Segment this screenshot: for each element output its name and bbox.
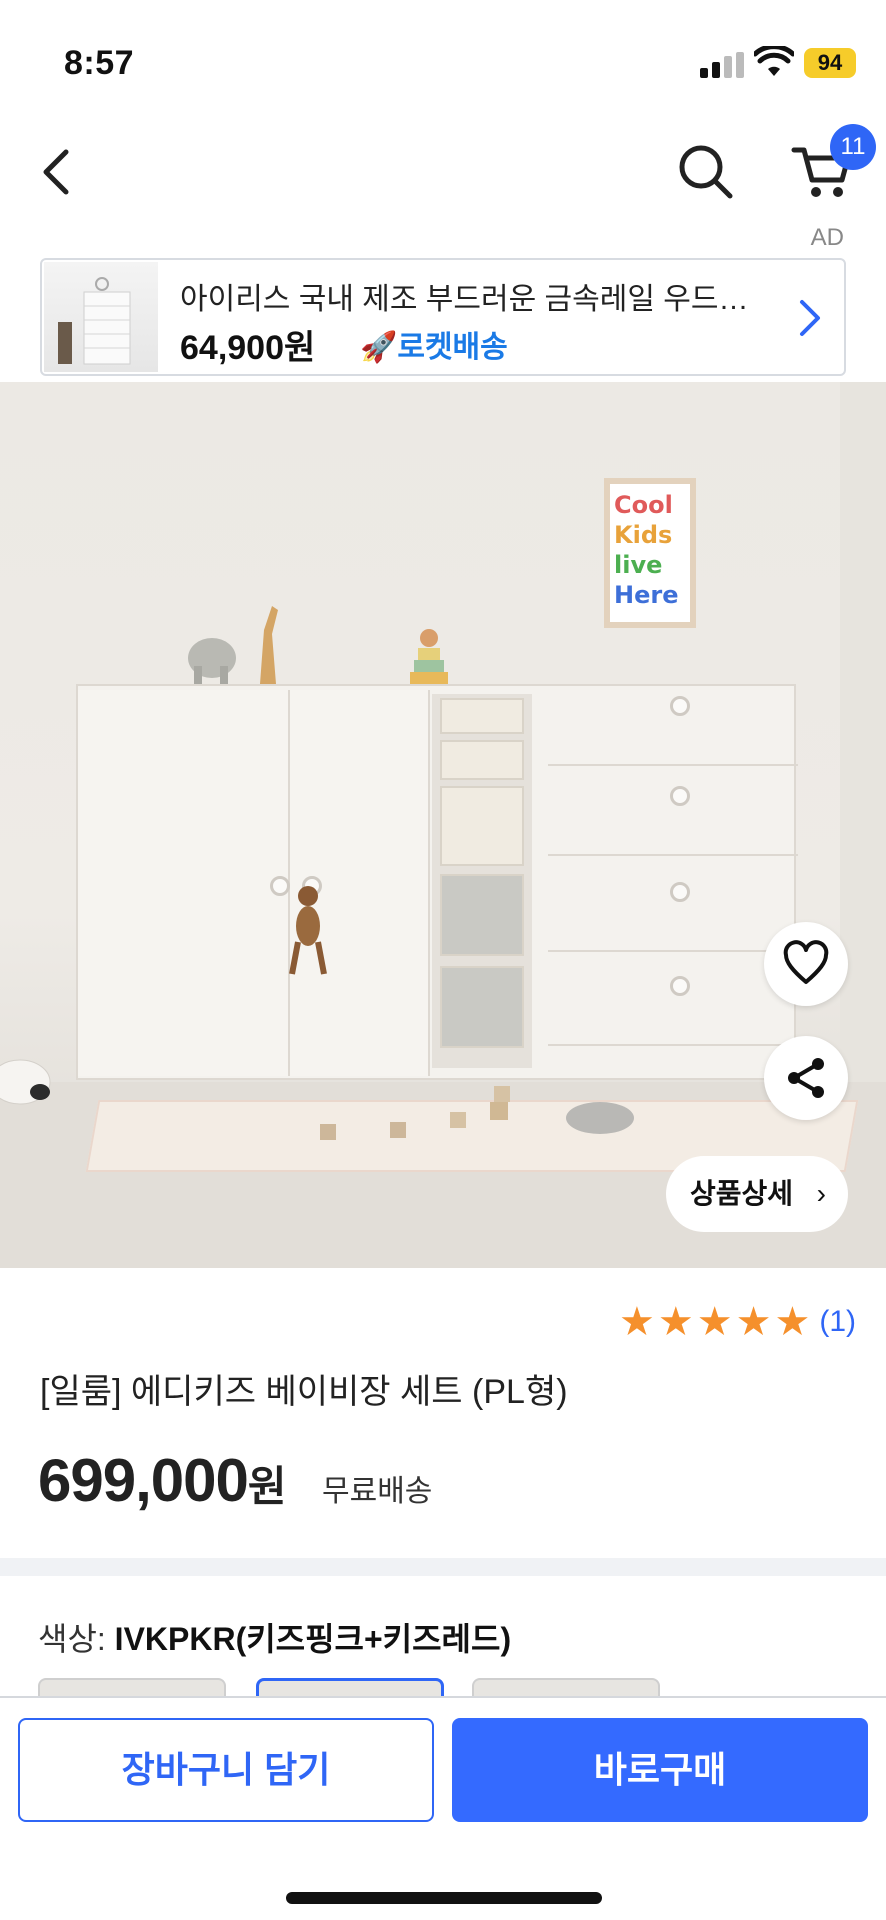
chevron-right-icon xyxy=(800,300,820,336)
ad-title: 아이리스 국내 제조 부드러운 금속레일 우드… xyxy=(180,283,749,316)
add-to-cart-button[interactable]: 장바구니 담기 xyxy=(18,1718,434,1822)
star-icon: ★ xyxy=(619,1300,655,1344)
share-button[interactable] xyxy=(764,1036,848,1120)
rocket-delivery-label: 로켓배송 xyxy=(397,331,508,364)
price-value: 699,000 xyxy=(38,1447,249,1514)
ad-label: AD xyxy=(810,224,844,251)
ad-price: 64,900원 xyxy=(180,329,316,367)
product-price: 699,000원 xyxy=(38,1446,287,1515)
battery-indicator: 94 xyxy=(804,48,856,78)
color-swatch[interactable] xyxy=(38,1678,226,1698)
rocket-delivery-badge: 🚀로켓배송 xyxy=(360,322,508,366)
toy-animals xyxy=(188,606,278,684)
rating[interactable]: ★ ★ ★ ★ ★ (1) xyxy=(619,1302,856,1342)
back-arrow-icon[interactable] xyxy=(36,144,86,200)
wifi-icon xyxy=(754,46,794,76)
product-detail-button[interactable]: 상품상세 › xyxy=(666,1156,848,1232)
star-icon: ★ xyxy=(774,1300,811,1344)
toy-monkey xyxy=(289,886,327,975)
star-icon: ★ xyxy=(696,1300,733,1344)
home-indicator xyxy=(286,1892,602,1904)
product-image[interactable]: Cool Kids live Here 상품상세 › xyxy=(0,382,886,1268)
review-count: (1) xyxy=(819,1305,856,1338)
cart-count-badge: 11 xyxy=(830,124,876,170)
rocket-icon: 🚀 xyxy=(360,331,398,364)
cellular-signal-icon xyxy=(700,52,744,78)
shipping-info: 무료배송 xyxy=(322,1475,433,1508)
color-swatch-selected[interactable] xyxy=(256,1678,444,1698)
buy-now-button[interactable]: 바로구매 xyxy=(452,1718,868,1822)
cabinet-illustration xyxy=(76,684,798,1080)
wall-poster: Cool Kids live Here xyxy=(604,478,696,628)
toy-plush xyxy=(0,1059,51,1105)
color-swatch[interactable] xyxy=(472,1678,660,1698)
chevron-right-icon: › xyxy=(816,1178,826,1209)
color-option-value: IVKPKR(키즈핑크+키즈레드) xyxy=(114,1621,512,1657)
stacking-toy xyxy=(410,629,448,684)
status-bar: 8:57 94 xyxy=(0,0,886,120)
product-detail-label: 상품상세 xyxy=(690,1178,794,1209)
star-icon: ★ xyxy=(735,1300,772,1344)
heart-icon xyxy=(783,940,829,984)
search-icon[interactable] xyxy=(676,142,736,202)
product-name: [일룸] 에디키즈 베이비장 세트 (PL형) xyxy=(40,1373,568,1411)
top-nav xyxy=(0,120,886,220)
status-time: 8:57 xyxy=(64,44,135,82)
toy-blocks xyxy=(320,1086,634,1140)
star-icon: ★ xyxy=(657,1300,694,1344)
section-divider xyxy=(0,1558,886,1576)
color-option: 색상: IVKPKR(키즈핑크+키즈레드) xyxy=(38,1614,511,1660)
price-unit: 원 xyxy=(247,1463,287,1510)
ad-product-thumbnail xyxy=(44,262,158,372)
color-option-label: 색상: xyxy=(38,1621,106,1657)
share-icon xyxy=(788,1058,824,1098)
ad-banner[interactable]: 아이리스 국내 제조 부드러운 금속레일 우드… 64,900원 🚀로켓배송 xyxy=(40,258,846,376)
bottom-action-bar: 장바구니 담기 바로구매 xyxy=(0,1696,886,1920)
wishlist-button[interactable] xyxy=(764,922,848,1006)
